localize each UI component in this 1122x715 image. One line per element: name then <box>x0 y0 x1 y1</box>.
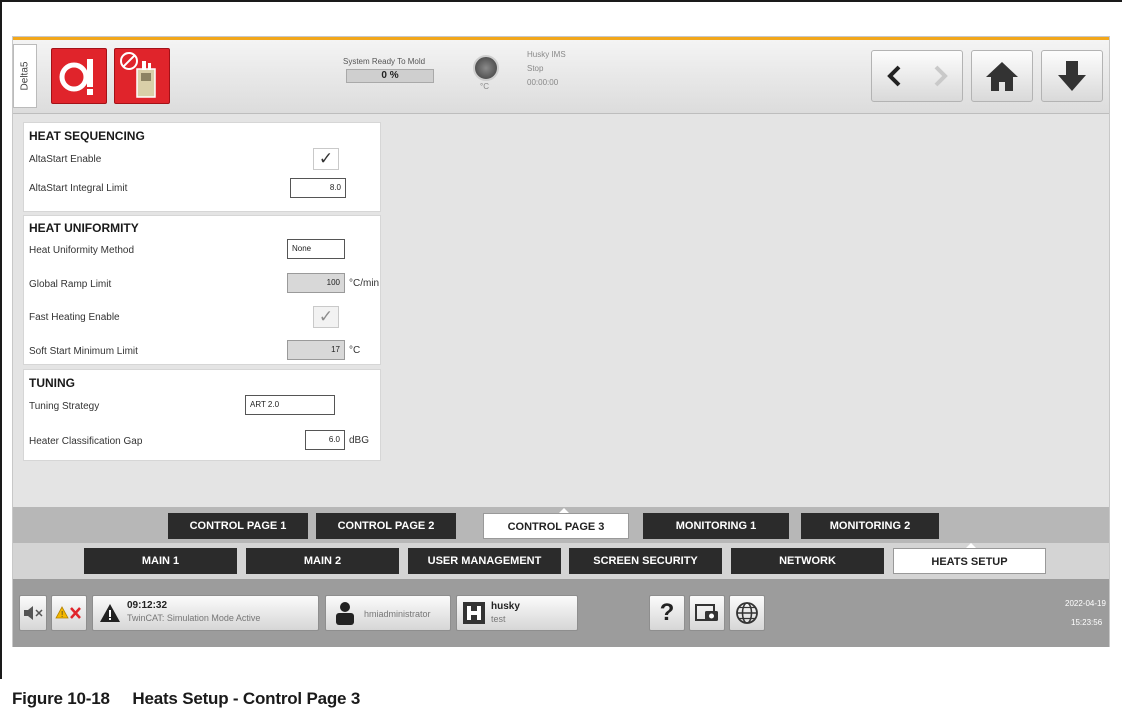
download-arrow-icon <box>1058 61 1086 91</box>
tab-main-1[interactable]: MAIN 1 <box>84 548 237 574</box>
temperature-dial-icon <box>473 55 499 81</box>
active-alarm-button[interactable]: 09:12:32 TwinCAT: Simulation Mode Active <box>92 595 319 631</box>
checkmark-icon: ✓ <box>318 307 334 326</box>
ramp-limit-input[interactable]: 100 <box>287 273 345 293</box>
page-frame-left <box>0 0 2 679</box>
tab-heats-setup[interactable]: HEATS SETUP <box>893 548 1046 574</box>
status-time: 15:23:56 <box>1071 618 1103 627</box>
tab-user-management[interactable]: USER MANAGEMENT <box>408 548 561 574</box>
run-time: 00:00:00 <box>527 78 559 87</box>
home-icon <box>986 62 1018 91</box>
tuning-strategy-label: Tuning Strategy <box>29 401 100 412</box>
controller-disabled-icon <box>120 52 156 98</box>
alarm-reset-button[interactable]: ! <box>51 595 87 631</box>
heat-sequencing-panel: HEAT SEQUENCING AltaStart Enable ✓ AltaS… <box>23 122 381 212</box>
heat-alarm-button[interactable] <box>51 48 107 104</box>
hmi-window: Delta5 System Ready To Mold 0 % °C Husky… <box>12 36 1110 647</box>
altastart-enable-label: AltaStart Enable <box>29 154 102 165</box>
sub-tab-bar: CONTROL PAGE 1 CONTROL PAGE 2 CONTROL PA… <box>13 507 1109 543</box>
controller-disabled-button[interactable] <box>114 48 170 104</box>
screen-capture-icon <box>695 604 718 621</box>
status-bar: ! 09:12:32 TwinCAT: Simulation Mode Acti… <box>13 579 1109 647</box>
soft-start-unit: °C <box>349 345 361 356</box>
tab-main-2[interactable]: MAIN 2 <box>246 548 399 574</box>
altastart-limit-input[interactable]: 8.0 <box>290 178 346 198</box>
side-tab-label: Delta5 <box>19 61 31 91</box>
soft-start-input[interactable]: 17 <box>287 340 345 360</box>
warning-reset-icon: ! <box>55 606 81 619</box>
altastart-enable-checkbox[interactable]: ✓ <box>313 148 339 170</box>
main-tab-bar: MAIN 1 MAIN 2 USER MANAGEMENT SCREEN SEC… <box>13 543 1109 579</box>
system-status-text: System Ready To Mold <box>343 57 426 66</box>
forward-button[interactable] <box>918 51 962 101</box>
mold-selection-button[interactable]: husky test <box>456 595 578 631</box>
tuning-panel: TUNING Tuning Strategy ART 2.0 Heater Cl… <box>23 369 381 461</box>
screenshot-button[interactable] <box>689 595 725 631</box>
speaker-muted-icon <box>24 606 43 620</box>
figure-caption: Figure 10-18 Heats Setup - Control Page … <box>12 689 361 708</box>
alarm-warning-icon <box>100 604 120 622</box>
section-title: HEAT UNIFORMITY <box>29 221 139 235</box>
classification-gap-label: Heater Classification Gap <box>29 436 143 447</box>
back-arrow-icon <box>887 65 901 87</box>
tab-control-page-3[interactable]: CONTROL PAGE 3 <box>483 513 629 539</box>
alarm-text: TwinCAT: Simulation Mode Active <box>127 613 261 623</box>
globe-icon <box>736 602 758 624</box>
heat-alarm-icon <box>59 59 93 95</box>
husky-logo-icon <box>463 602 485 624</box>
controller-name: Husky IMS <box>527 50 566 59</box>
tab-monitoring-2[interactable]: MONITORING 2 <box>801 513 939 539</box>
page-frame-top <box>0 0 1122 2</box>
status-date: 2022-04-19 <box>1065 599 1106 608</box>
uniformity-method-label: Heat Uniformity Method <box>29 245 135 256</box>
fast-heating-checkbox[interactable]: ✓ <box>313 306 339 328</box>
uniformity-method-select[interactable]: None <box>287 239 345 259</box>
alarm-time: 09:12:32 <box>127 600 168 611</box>
tuning-strategy-select[interactable]: ART 2.0 <box>245 395 335 415</box>
user-login-button[interactable]: hmiadministrator <box>325 595 451 631</box>
forward-arrow-icon <box>934 65 948 87</box>
mold-sub: test <box>491 614 506 624</box>
heat-uniformity-panel: HEAT UNIFORMITY Heat Uniformity Method N… <box>23 215 381 365</box>
section-title: HEAT SEQUENCING <box>29 129 145 143</box>
tab-monitoring-1[interactable]: MONITORING 1 <box>643 513 789 539</box>
side-tab-delta5[interactable]: Delta5 <box>13 44 37 108</box>
temperature-unit: °C <box>480 82 489 91</box>
svg-text:!: ! <box>61 610 63 619</box>
user-icon <box>336 602 354 625</box>
language-button[interactable] <box>729 595 765 631</box>
classification-gap-unit: dBG <box>349 435 370 446</box>
current-user: hmiadministrator <box>364 609 431 619</box>
ramp-limit-label: Global Ramp Limit <box>29 279 112 290</box>
back-button[interactable] <box>872 51 918 101</box>
question-mark-icon: ? <box>659 599 675 626</box>
run-state: Stop <box>527 64 544 73</box>
history-nav-group <box>871 50 963 102</box>
section-title: TUNING <box>29 376 75 390</box>
tab-screen-security[interactable]: SCREEN SECURITY <box>569 548 722 574</box>
header-bar: Delta5 System Ready To Mold 0 % °C Husky… <box>13 40 1109 114</box>
controller-status: Husky IMS Stop 00:00:00 <box>527 48 566 90</box>
mute-button[interactable] <box>19 595 47 631</box>
tab-network[interactable]: NETWORK <box>731 548 884 574</box>
mold-progress-bar: 0 % <box>346 69 434 83</box>
help-button[interactable]: ? <box>649 595 685 631</box>
ramp-limit-unit: °C/min <box>349 278 380 289</box>
soft-start-label: Soft Start Minimum Limit <box>29 346 138 357</box>
checkmark-icon: ✓ <box>318 149 334 168</box>
home-button[interactable] <box>971 50 1033 102</box>
download-button[interactable] <box>1041 50 1103 102</box>
classification-gap-input[interactable]: 6.0 <box>305 430 345 450</box>
mold-name: husky <box>491 601 520 612</box>
altastart-limit-label: AltaStart Integral Limit <box>29 183 128 194</box>
fast-heating-label: Fast Heating Enable <box>29 312 120 323</box>
tab-control-page-1[interactable]: CONTROL PAGE 1 <box>168 513 308 539</box>
tab-control-page-2[interactable]: CONTROL PAGE 2 <box>316 513 456 539</box>
